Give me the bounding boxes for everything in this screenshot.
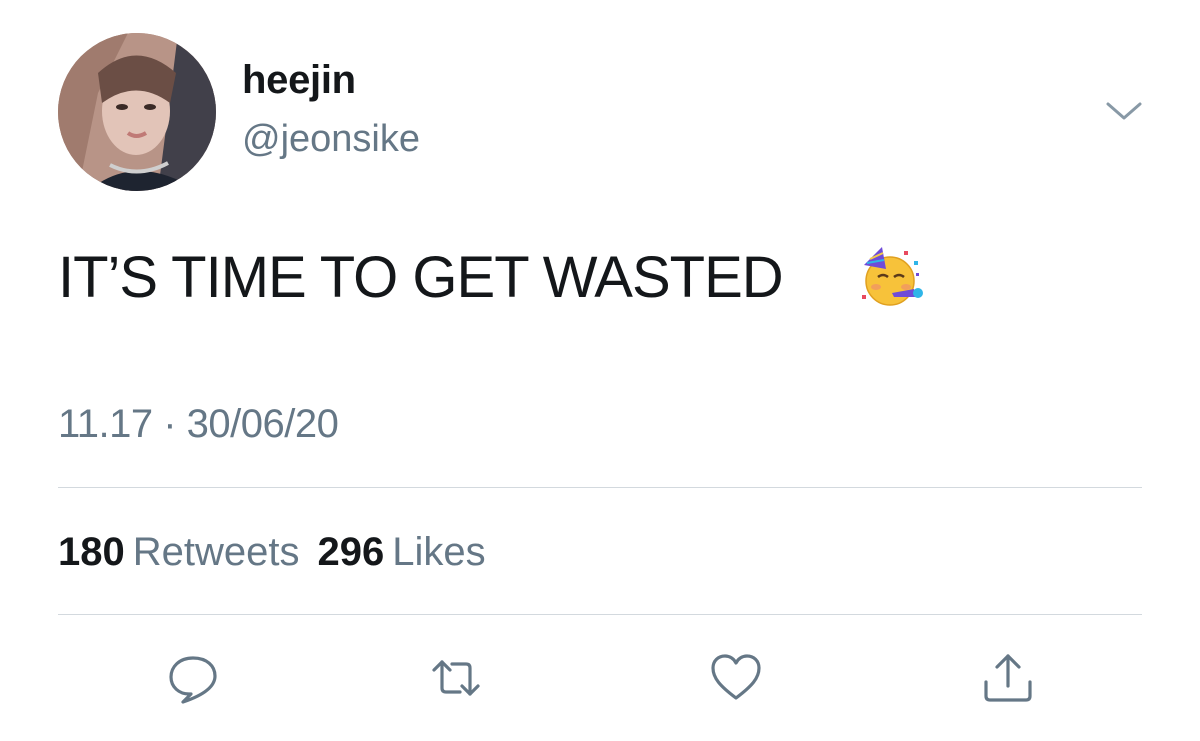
tweet-text: IT’S TIME TO GET WASTED: [58, 245, 784, 310]
user-handle[interactable]: @jeonsike: [242, 118, 420, 161]
avatar[interactable]: [58, 33, 216, 191]
reply-icon[interactable]: [165, 650, 221, 706]
likes-label[interactable]: Likes: [392, 530, 485, 574]
likes-count[interactable]: 296: [318, 530, 385, 574]
tweet-timestamp[interactable]: 11.17 · 30/06/20: [58, 402, 339, 447]
retweet-icon[interactable]: [428, 650, 484, 706]
share-icon[interactable]: [980, 650, 1036, 706]
avatar-photo: [58, 33, 216, 191]
divider: [58, 614, 1142, 615]
partying-face-icon: [856, 243, 924, 311]
display-name[interactable]: heejin: [242, 58, 356, 103]
chevron-down-icon[interactable]: [1104, 96, 1144, 126]
retweets-label[interactable]: Retweets: [133, 530, 300, 574]
like-icon[interactable]: [708, 650, 764, 706]
divider: [58, 487, 1142, 488]
engagement-stats: 180 Retweets 296 Likes: [58, 530, 504, 575]
retweets-count[interactable]: 180: [58, 530, 125, 574]
